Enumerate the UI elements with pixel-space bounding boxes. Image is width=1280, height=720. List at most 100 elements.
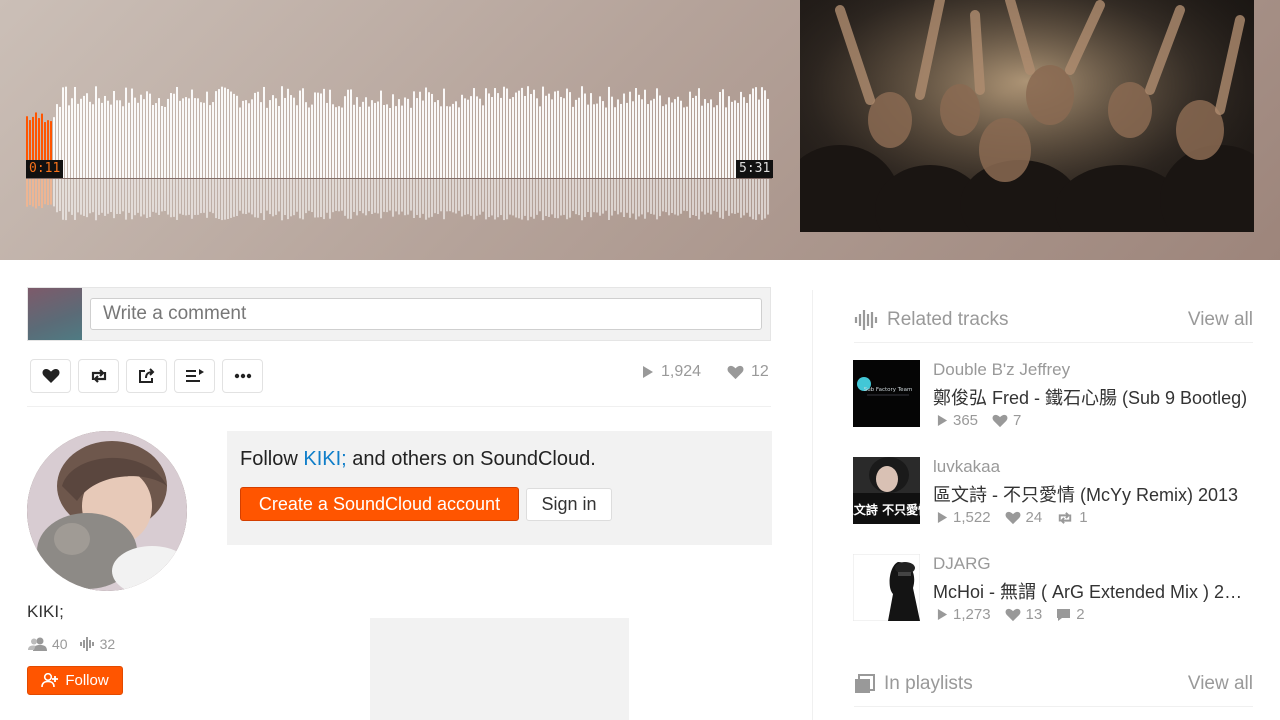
track-comments[interactable]: 2 <box>1056 606 1085 623</box>
track-title[interactable]: 區文詩 - 不只愛情 (McYy Remix) 2013 <box>933 481 1249 507</box>
waveform-bar <box>239 107 241 178</box>
waveform-bar-reflection <box>368 179 370 212</box>
waveform-bar-reflection <box>338 179 340 212</box>
waveform-bar-reflection <box>137 179 139 213</box>
waveform-bar <box>548 93 550 178</box>
waveform-bar <box>566 88 568 178</box>
waveform-bar <box>173 93 175 178</box>
related-view-all-link[interactable]: View all <box>1188 309 1253 331</box>
waveform-bar-reflection <box>530 179 532 217</box>
current-time: 0:11 <box>26 160 64 178</box>
track-uploader[interactable]: luvkakaa <box>933 457 1000 477</box>
tracks-count[interactable]: 32 <box>79 636 115 652</box>
waveform-bar <box>179 100 181 178</box>
track-likes[interactable]: 7 <box>992 412 1021 429</box>
waveform-bar <box>674 99 676 178</box>
waveform-bar <box>647 104 649 178</box>
related-track-item[interactable]: 區文詩 不只愛情 luvkakaa 區文詩 - 不只愛情 (McYy Remix… <box>853 457 1253 526</box>
waveform-bar <box>209 105 211 178</box>
waveform-bar <box>677 96 679 178</box>
waveform-bar-reflection <box>686 179 688 212</box>
waveform-bar <box>293 97 295 178</box>
waveform-bar <box>536 98 538 178</box>
track-uploader[interactable]: Double B'z Jeffrey <box>933 360 1070 380</box>
track-reposts[interactable]: 1 <box>1056 509 1088 526</box>
heart-icon <box>1005 608 1020 621</box>
add-to-next-up-button[interactable] <box>174 359 215 393</box>
track-title[interactable]: McHoi - 無謂 ( ArG Extended Mix ) 2014 <box>933 578 1249 604</box>
waveform[interactable] <box>26 80 772 222</box>
waveform-bar-reflection <box>113 179 115 219</box>
waveform-bar-reflection <box>275 179 277 215</box>
share-button[interactable] <box>126 359 167 393</box>
uploader-avatar[interactable] <box>27 431 187 591</box>
followers-count[interactable]: 40 <box>28 636 68 652</box>
waveform-bar <box>440 106 442 178</box>
playlists-view-all-link[interactable]: View all <box>1188 673 1253 695</box>
related-track-item[interactable]: DJARG McHoi - 無謂 ( ArG Extended Mix ) 20… <box>853 554 1253 623</box>
uploader-name[interactable]: KIKI; <box>27 602 64 622</box>
waveform-bar <box>278 106 280 178</box>
waveform-bar-reflection <box>674 179 676 215</box>
waveform-bar-reflection <box>269 179 271 215</box>
waveform-bar-reflection <box>386 179 388 213</box>
waveform-bar-reflection <box>44 179 46 205</box>
waveform-bar-reflection <box>614 179 616 211</box>
waveform-bar <box>704 99 706 178</box>
follow-button[interactable]: Follow <box>27 666 123 695</box>
sign-in-button[interactable]: Sign in <box>526 488 612 521</box>
waveform-bar-reflection <box>299 179 301 219</box>
waveform-bar-reflection <box>632 179 634 214</box>
track-title[interactable]: 鄭俊弘 Fred - 鐵石心腸 (Sub 9 Bootleg) <box>933 384 1249 410</box>
more-button[interactable] <box>222 359 263 393</box>
waveform-bar <box>299 90 301 178</box>
track-artwork[interactable]: Sub Factory Team <box>853 360 920 427</box>
repost-button[interactable] <box>78 359 119 393</box>
waveform-bar <box>584 93 586 178</box>
play-icon <box>643 366 653 378</box>
related-track-item[interactable]: Sub Factory Team Double B'z Jeffrey 鄭俊弘 … <box>853 360 1253 429</box>
track-likes[interactable]: 13 <box>1005 606 1042 623</box>
waveform-bar-reflection <box>566 179 568 220</box>
waveform-bar <box>146 91 148 178</box>
waveform-bar-reflection <box>635 179 637 220</box>
comment-input[interactable] <box>90 298 762 330</box>
promo-user-link[interactable]: KIKI; <box>303 448 346 470</box>
waveform-bar <box>155 103 157 178</box>
waveform-bar-reflection <box>335 179 337 211</box>
track-likes[interactable]: 24 <box>1005 509 1042 526</box>
waveform-bar <box>362 101 364 178</box>
waveform-bar-reflection <box>383 179 385 212</box>
waveform-bar-reflection <box>509 179 511 215</box>
track-uploader[interactable]: DJARG <box>933 554 991 574</box>
waveform-bar-reflection <box>623 179 625 218</box>
waveform-bar-reflection <box>224 179 226 220</box>
waveform-bar-reflection <box>419 179 421 218</box>
waveform-bar <box>257 91 259 178</box>
waveform-bar-reflection <box>551 179 553 215</box>
track-artwork[interactable] <box>853 554 920 621</box>
waveform-bar <box>527 86 529 178</box>
track-artwork[interactable]: 區文詩 不只愛情 <box>853 457 920 524</box>
like-button[interactable] <box>30 359 71 393</box>
like-count[interactable]: 12 <box>727 362 769 382</box>
waveform-bar <box>125 87 127 178</box>
waveform-bar <box>302 88 304 178</box>
create-account-button[interactable]: Create a SoundCloud account <box>240 487 519 521</box>
waveform-bar-reflection <box>359 179 361 212</box>
waveform-bar-reflection <box>569 179 571 218</box>
waveform-bar-reflection <box>428 179 430 218</box>
waveform-bar <box>725 107 727 178</box>
waveform-bar <box>110 104 112 178</box>
waveform-bar <box>224 87 226 178</box>
waveform-bar <box>77 103 79 178</box>
waveform-bar <box>620 103 622 178</box>
waveform-bar <box>212 102 214 178</box>
waveform-bar <box>200 102 202 178</box>
waveform-bar <box>365 97 367 178</box>
waveform-bar <box>284 97 286 178</box>
waveform-bar <box>626 102 628 178</box>
waveform-bar <box>491 97 493 178</box>
waveform-bar <box>368 106 370 178</box>
waveform-bar-reflection <box>341 179 343 211</box>
